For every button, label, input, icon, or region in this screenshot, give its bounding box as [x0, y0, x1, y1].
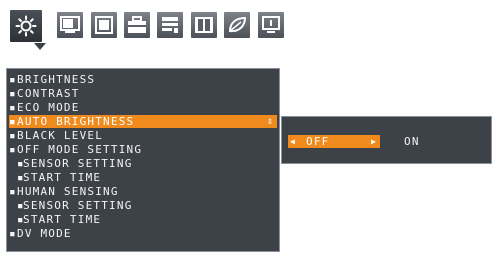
menu-item-label: AUTO BRIGHTNESS [17, 115, 135, 128]
up-down-arrows-icon: ⇕ [266, 116, 273, 127]
menu-item-label: HUMAN SENSING [17, 185, 119, 198]
left-arrow-icon[interactable]: ◀ [290, 135, 295, 148]
eco-leaf-icon [227, 16, 247, 34]
menu-item-label: CONTRAST [17, 87, 80, 100]
option-on[interactable]: ON [404, 135, 420, 148]
menu-item-label: START TIME [23, 213, 102, 226]
tab-eco[interactable] [222, 10, 252, 40]
film-reel-icon [194, 16, 214, 34]
menu-item-dv-mode[interactable]: ▪DV MODE [9, 227, 277, 240]
monitor-info-icon [262, 16, 280, 34]
screen-size-icon [60, 16, 80, 34]
settings-menu: ▪BRIGHTNESS ▪CONTRAST ▪ECO MODE ▪AUTO BR… [6, 68, 280, 252]
menu-item-label: START TIME [23, 171, 102, 184]
menu-item-off-mode-setting[interactable]: ▪OFF MODE SETTING [9, 143, 277, 156]
option-off[interactable]: ◀ OFF ▶ [288, 135, 380, 148]
menu-item-label: ECO MODE [17, 101, 80, 114]
toolbox-icon [127, 16, 147, 34]
sun-brightness-icon [15, 15, 37, 37]
menu-item-label: BRIGHTNESS [17, 73, 96, 86]
tab-movie[interactable] [189, 10, 219, 40]
menu-item-label: SENSOR SETTING [23, 157, 133, 170]
menu-item-off-mode-start-time[interactable]: ▪START TIME [9, 171, 277, 184]
menu-item-label: SENSOR SETTING [23, 199, 133, 212]
info-list-icon [161, 16, 179, 34]
tab-brightness[interactable] [8, 8, 44, 44]
menu-item-contrast[interactable]: ▪CONTRAST [9, 87, 277, 100]
tab-screen[interactable] [55, 10, 85, 40]
option-off-label: OFF [306, 135, 330, 148]
tab-information[interactable] [155, 10, 185, 40]
menu-item-label: OFF MODE SETTING [17, 143, 143, 156]
menu-item-human-sensing-sensor-setting[interactable]: ▪SENSOR SETTING [9, 199, 277, 212]
auto-brightness-value-panel: ◀ OFF ▶ ON [281, 116, 492, 164]
menu-item-label: BLACK LEVEL [17, 129, 104, 142]
tab-tools[interactable] [122, 10, 152, 40]
menu-item-off-mode-sensor-setting[interactable]: ▪SENSOR SETTING [9, 157, 277, 170]
right-arrow-icon[interactable]: ▶ [371, 135, 376, 148]
menu-item-human-sensing[interactable]: ▪HUMAN SENSING [9, 185, 277, 198]
menu-item-label: DV MODE [17, 227, 72, 240]
option-on-label: ON [404, 135, 420, 148]
active-tab-pointer [34, 43, 46, 50]
menu-item-eco-mode[interactable]: ▪ECO MODE [9, 101, 277, 114]
menu-item-auto-brightness[interactable]: ▪AUTO BRIGHTNESS ⇕ [9, 115, 277, 128]
menu-item-human-sensing-start-time[interactable]: ▪START TIME [9, 213, 277, 226]
menu-item-brightness[interactable]: ▪BRIGHTNESS [9, 73, 277, 86]
tab-monitor-info[interactable] [256, 10, 286, 40]
window-icon [95, 16, 113, 34]
tab-window[interactable] [89, 10, 119, 40]
menu-item-black-level[interactable]: ▪BLACK LEVEL [9, 129, 277, 142]
